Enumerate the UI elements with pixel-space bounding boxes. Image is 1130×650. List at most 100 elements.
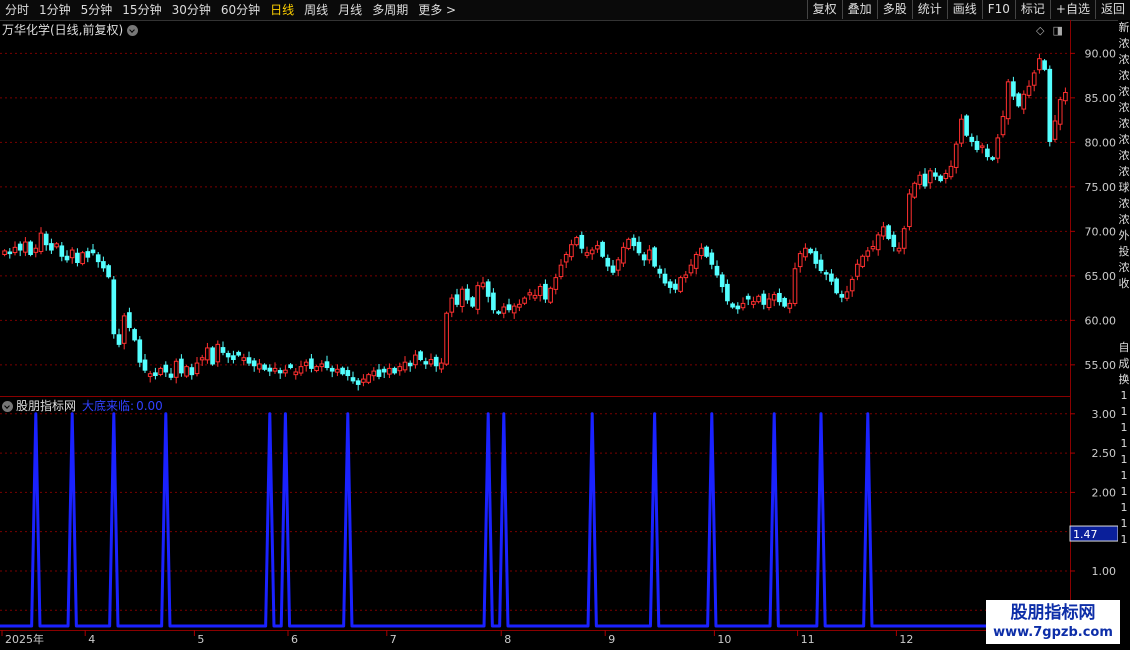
candle-body — [849, 278, 855, 292]
candle-body — [558, 264, 564, 278]
candle-body — [106, 265, 111, 278]
candle-body — [553, 277, 559, 290]
candle-body — [673, 283, 678, 290]
candle-body — [1026, 85, 1032, 96]
strip-char: 浓 — [1118, 85, 1130, 98]
candle-body — [506, 304, 512, 311]
candle-body — [49, 243, 54, 251]
candle-body — [990, 157, 995, 160]
xtick-label: 8 — [504, 633, 511, 646]
candle-body — [745, 295, 751, 300]
strip-char: 浓 — [1118, 37, 1130, 50]
candle-body — [413, 354, 418, 366]
strip-char: 1 — [1120, 485, 1128, 498]
candle-body — [891, 234, 897, 247]
candle-body — [543, 283, 548, 300]
xtick-label: 11 — [801, 633, 815, 646]
candle-body — [215, 343, 221, 363]
candle-body — [979, 145, 985, 148]
candle-body — [917, 174, 923, 185]
strip-char: 1 — [1120, 469, 1128, 482]
candle-body — [158, 367, 163, 375]
candle-body — [465, 288, 470, 301]
ytick-label: 1.00 — [1092, 565, 1117, 578]
candle-body — [631, 237, 637, 247]
strip-char: 浓 — [1118, 133, 1130, 146]
candle-body — [615, 259, 621, 271]
candle-body — [839, 294, 845, 298]
candle-body — [17, 243, 23, 251]
candle-body — [532, 294, 538, 299]
indicator-name: 股朋指标网 — [16, 399, 77, 413]
candle-body — [288, 364, 293, 369]
candle-body — [272, 367, 278, 372]
candle-body — [641, 254, 647, 261]
candle-body — [1031, 72, 1037, 86]
strip-char: 浓 — [1118, 117, 1130, 130]
panel-separator — [0, 396, 1070, 397]
candle-body — [480, 282, 486, 288]
candle-body — [517, 303, 522, 308]
candle-body — [163, 364, 169, 373]
chevron-down-icon[interactable] — [2, 400, 13, 412]
candle-body — [350, 377, 356, 382]
candle-body — [69, 249, 75, 259]
candle-body — [969, 136, 975, 142]
candle-body — [101, 261, 106, 269]
candle-body — [303, 361, 309, 367]
strip-char: 1 — [1120, 533, 1128, 546]
candle-body — [309, 358, 314, 369]
candle-body — [23, 241, 28, 253]
candle-body — [896, 247, 902, 252]
candle-body — [33, 247, 39, 253]
candle-body — [80, 252, 85, 265]
candle-body — [844, 291, 850, 299]
candle-body — [127, 312, 132, 328]
candle-body — [75, 252, 80, 264]
candle-body — [605, 257, 611, 267]
candle-body — [205, 347, 210, 361]
candle-body — [147, 373, 153, 377]
ytick-label: 2.50 — [1092, 447, 1117, 460]
candle-body — [1037, 58, 1042, 71]
candle-body — [693, 253, 699, 269]
candle-body — [376, 369, 382, 377]
candle-body — [881, 226, 886, 237]
chart-canvas[interactable]: 90.0085.0080.0075.0070.0065.0060.0055.00… — [0, 0, 1130, 650]
candle-body — [199, 357, 205, 361]
xtick-label: 5 — [197, 633, 204, 646]
strip-char: 浓 — [1118, 213, 1130, 226]
candle-body — [116, 334, 122, 345]
ytick-label: 2.00 — [1092, 486, 1117, 499]
candle-body — [699, 247, 704, 257]
candle-body — [756, 295, 761, 303]
strip-char — [1118, 292, 1130, 308]
candle-body — [387, 367, 392, 375]
candle-body — [179, 358, 184, 374]
candle-body — [912, 182, 917, 198]
strip-char: 浓 — [1118, 261, 1130, 274]
candle-body — [735, 305, 741, 310]
candle-body — [777, 292, 782, 303]
candle-body — [933, 172, 938, 177]
strip-char: 自 — [1118, 341, 1130, 354]
candle-body — [589, 249, 595, 255]
candle-body — [569, 244, 574, 258]
candle-body — [371, 370, 377, 377]
candle-body — [246, 357, 252, 364]
ytick-label: 75.00 — [1085, 181, 1117, 194]
candle-body — [459, 288, 465, 307]
watermark: 股朋指标网 www.7gpzb.com — [986, 600, 1120, 644]
xtick-label: 7 — [390, 633, 397, 646]
indicator-title-bar: 股朋指标网 大底来临: 0.00 — [2, 398, 163, 414]
candle-body — [662, 273, 668, 284]
candle-body — [7, 251, 13, 255]
candle-body — [132, 329, 137, 341]
candle-body — [345, 370, 351, 377]
ytick-label: 3.00 — [1092, 408, 1117, 421]
strip-char: 1 — [1120, 389, 1128, 402]
strip-char: 新 — [1118, 21, 1130, 34]
candle-body — [1052, 120, 1058, 140]
candle-body — [121, 315, 127, 344]
candle-body — [501, 306, 507, 314]
